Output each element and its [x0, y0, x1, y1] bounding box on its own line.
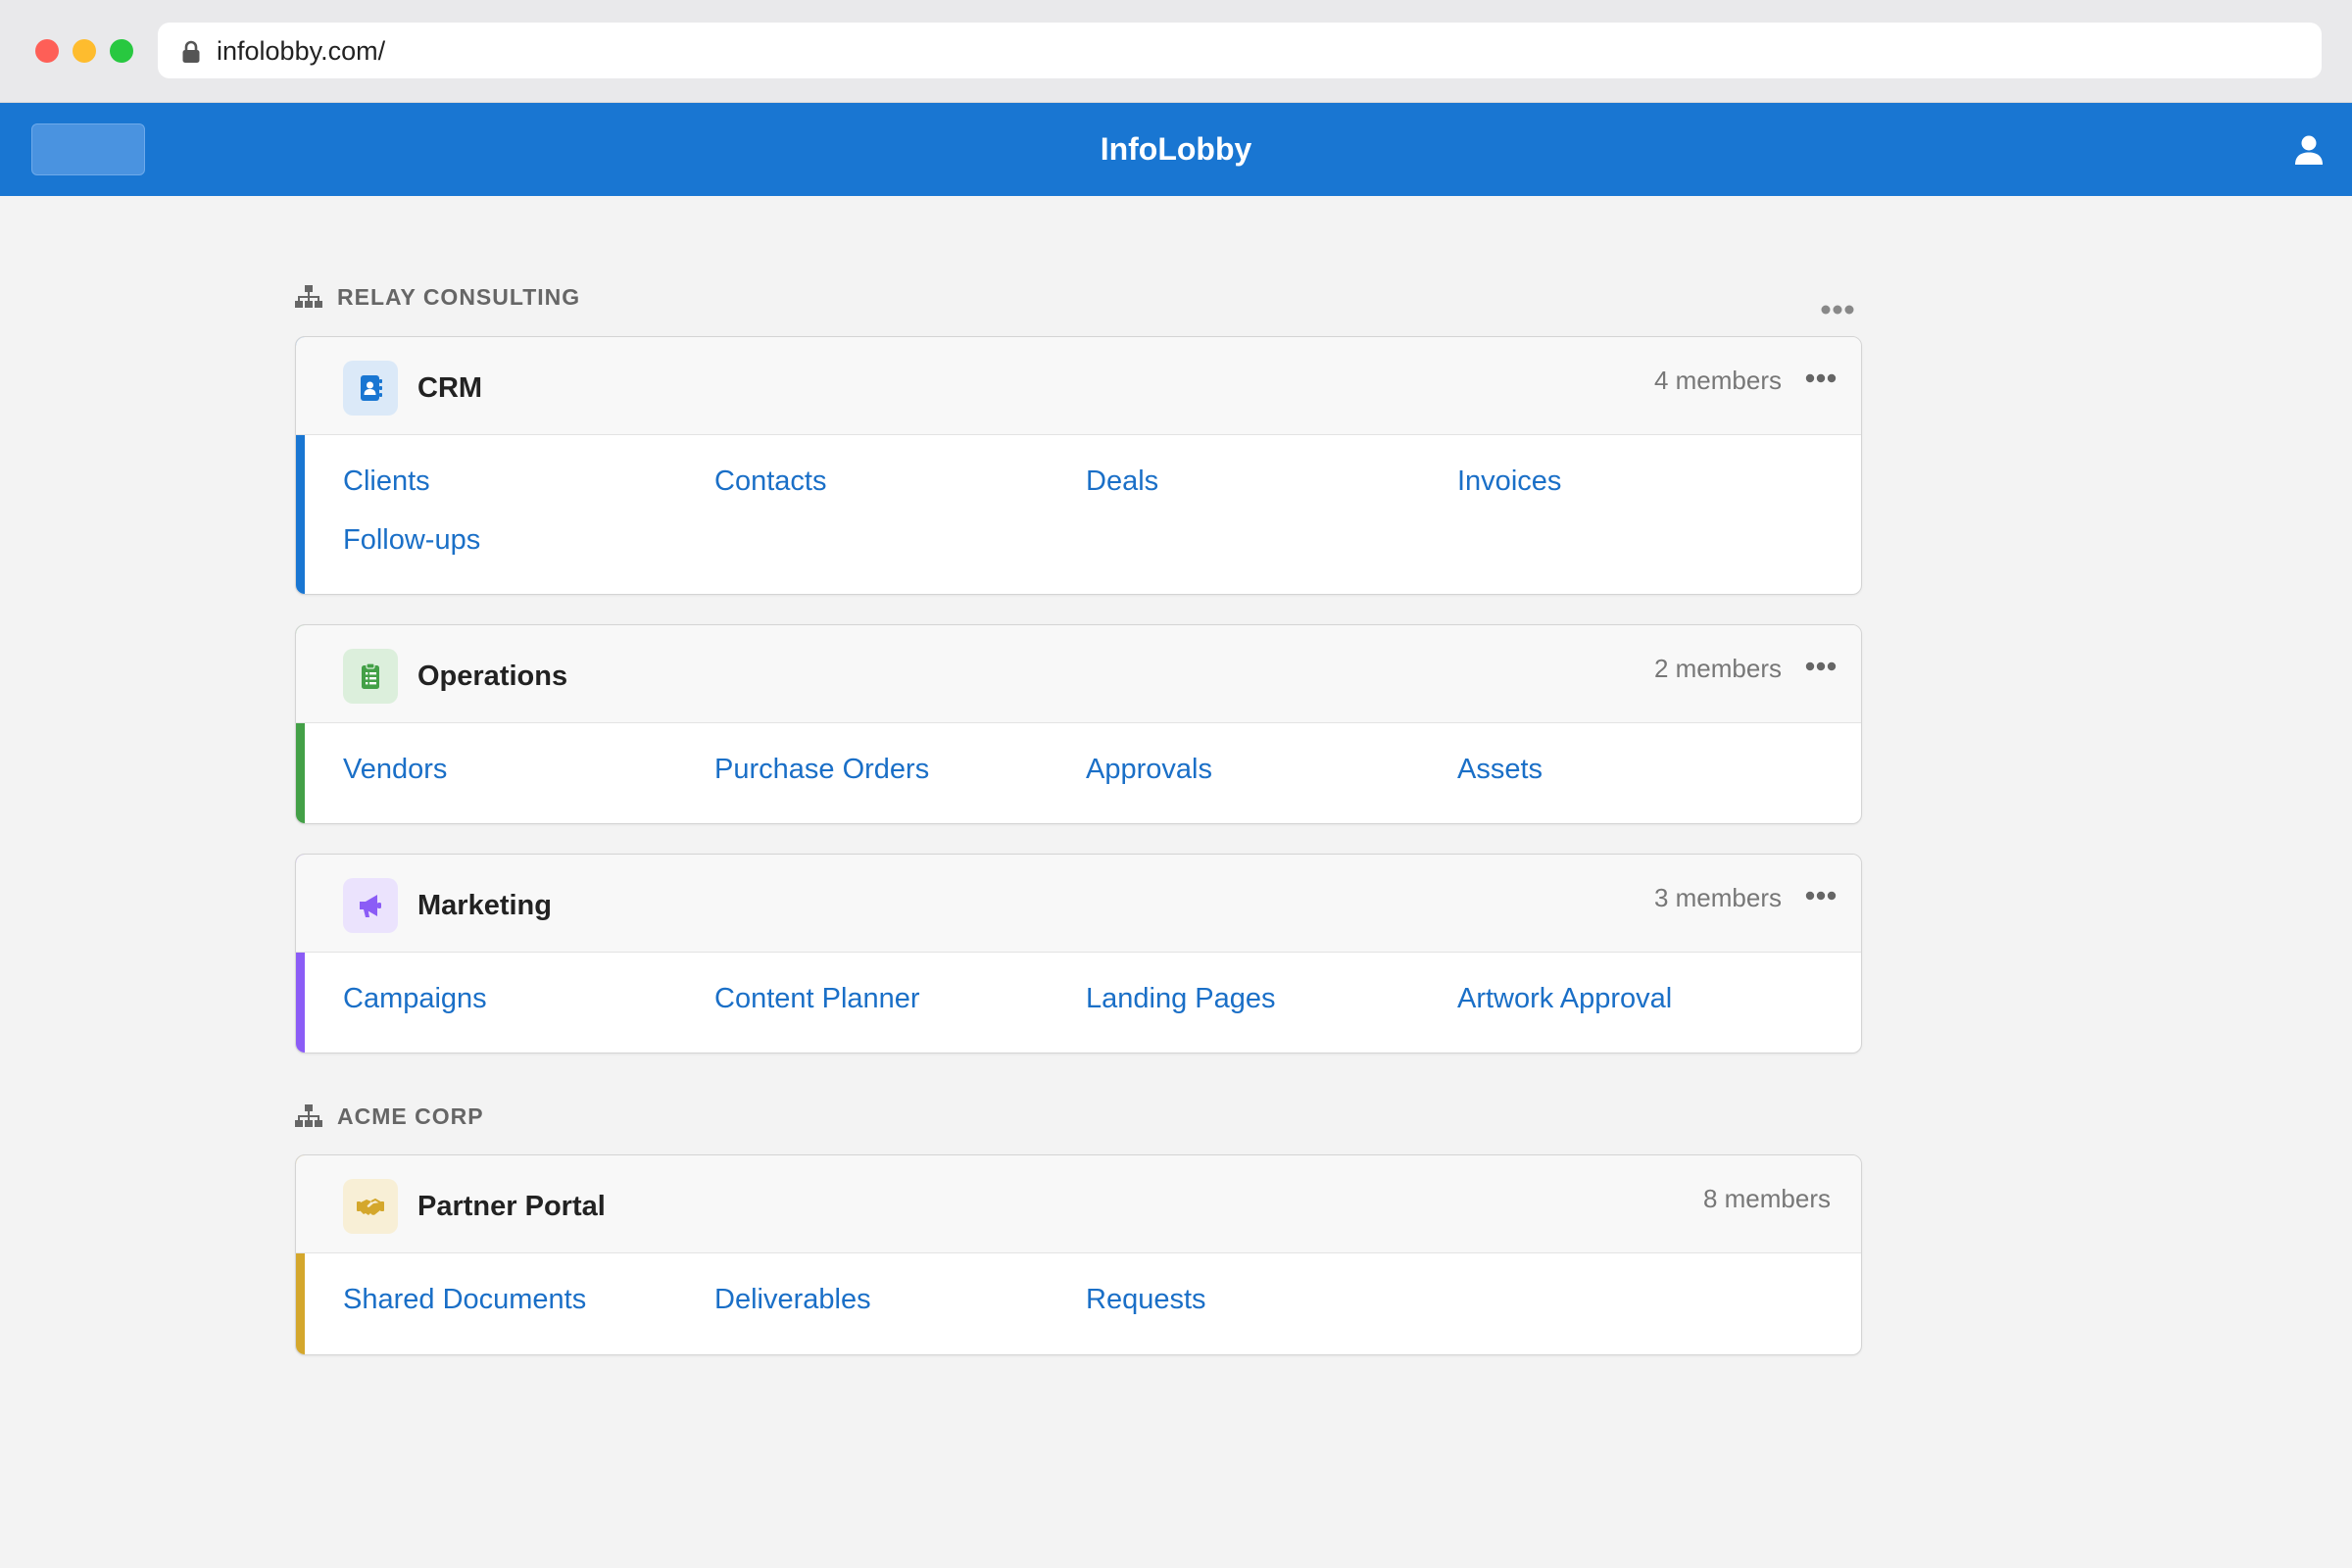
workspace-header: ACME CORP: [294, 1097, 484, 1136]
card-header[interactable]: CRM 4 members: [296, 337, 1861, 435]
app-link-contacts[interactable]: Contacts: [714, 465, 1086, 498]
url-text: infolobby.com/: [217, 36, 386, 66]
member-count: 8 members: [1702, 1184, 1831, 1213]
app-name[interactable]: Operations: [417, 661, 567, 693]
app-card-operations: Operations 2 members Vendors Purchase Or…: [295, 624, 1862, 824]
handshake-icon: [343, 1179, 398, 1234]
app-link-artwork-approval[interactable]: Artwork Approval: [1457, 982, 1829, 1015]
app-link-vendors[interactable]: Vendors: [343, 753, 714, 786]
app-name[interactable]: Marketing: [417, 890, 552, 922]
browser-chrome: infolobby.com/: [0, 0, 2352, 103]
app-link-purchase-orders[interactable]: Purchase Orders: [714, 753, 1086, 786]
member-count: 2 members: [1653, 654, 1782, 683]
card-links: Campaigns Content Planner Landing Pages …: [296, 953, 1861, 1015]
app-header: InfoLobby: [0, 103, 2352, 196]
lock-icon: [182, 40, 200, 63]
member-count: 3 members: [1653, 883, 1782, 912]
org-chart-icon: [295, 1104, 322, 1127]
workspace-name: ACME CORP: [337, 1102, 484, 1129]
maximize-window-button[interactable]: [110, 39, 133, 63]
megaphone-icon: [343, 878, 398, 933]
app-link-follow-ups[interactable]: Follow-ups: [343, 523, 714, 557]
clipboard-list-icon: [343, 649, 398, 704]
app-card-marketing: Marketing 3 members Campaigns Content Pl…: [295, 854, 1862, 1054]
app-name[interactable]: Partner Portal: [417, 1191, 606, 1223]
app-title: InfoLobby: [1100, 131, 1252, 167]
close-window-button[interactable]: [35, 39, 59, 63]
menu-button[interactable]: [31, 123, 145, 175]
address-bar[interactable]: infolobby.com/: [158, 23, 2322, 78]
app-link-content-planner[interactable]: Content Planner: [714, 982, 1086, 1015]
more-horizontal-icon[interactable]: [1803, 657, 1838, 676]
app-card-crm: CRM 4 members Clients Contacts Deals Inv…: [295, 336, 1862, 595]
org-chart-icon: [295, 285, 322, 308]
app-link-clients[interactable]: Clients: [343, 465, 714, 498]
app-link-deliverables[interactable]: Deliverables: [714, 1283, 1086, 1316]
card-links: Clients Contacts Deals Invoices Follow-u…: [296, 435, 1861, 557]
address-book-icon: [343, 361, 398, 416]
app-link-approvals[interactable]: Approvals: [1086, 753, 1457, 786]
minimize-window-button[interactable]: [73, 39, 96, 63]
app-link-landing-pages[interactable]: Landing Pages: [1086, 982, 1457, 1015]
card-header[interactable]: Operations 2 members: [296, 625, 1861, 723]
member-count: 4 members: [1653, 366, 1782, 395]
more-horizontal-icon[interactable]: [1803, 368, 1838, 388]
app-link-campaigns[interactable]: Campaigns: [343, 982, 714, 1015]
more-horizontal-icon[interactable]: [1818, 300, 1857, 319]
card-header[interactable]: Marketing 3 members: [296, 855, 1861, 953]
user-icon[interactable]: [2293, 134, 2325, 166]
workspace-header: RELAY CONSULTING: [294, 277, 580, 317]
app-card-partner-portal: Partner Portal 8 members Shared Document…: [295, 1154, 1862, 1355]
card-header[interactable]: Partner Portal 8 members: [296, 1155, 1861, 1253]
app-link-invoices[interactable]: Invoices: [1457, 465, 1829, 498]
app-link-requests[interactable]: Requests: [1086, 1283, 1457, 1316]
card-links: Shared Documents Deliverables Requests: [296, 1253, 1861, 1316]
workspace-name: RELAY CONSULTING: [337, 283, 581, 310]
more-horizontal-icon[interactable]: [1803, 886, 1838, 906]
app-link-shared-documents[interactable]: Shared Documents: [343, 1283, 714, 1316]
app-link-assets[interactable]: Assets: [1457, 753, 1829, 786]
app-name[interactable]: CRM: [417, 372, 482, 405]
card-links: Vendors Purchase Orders Approvals Assets: [296, 723, 1861, 786]
app-link-deals[interactable]: Deals: [1086, 465, 1457, 498]
